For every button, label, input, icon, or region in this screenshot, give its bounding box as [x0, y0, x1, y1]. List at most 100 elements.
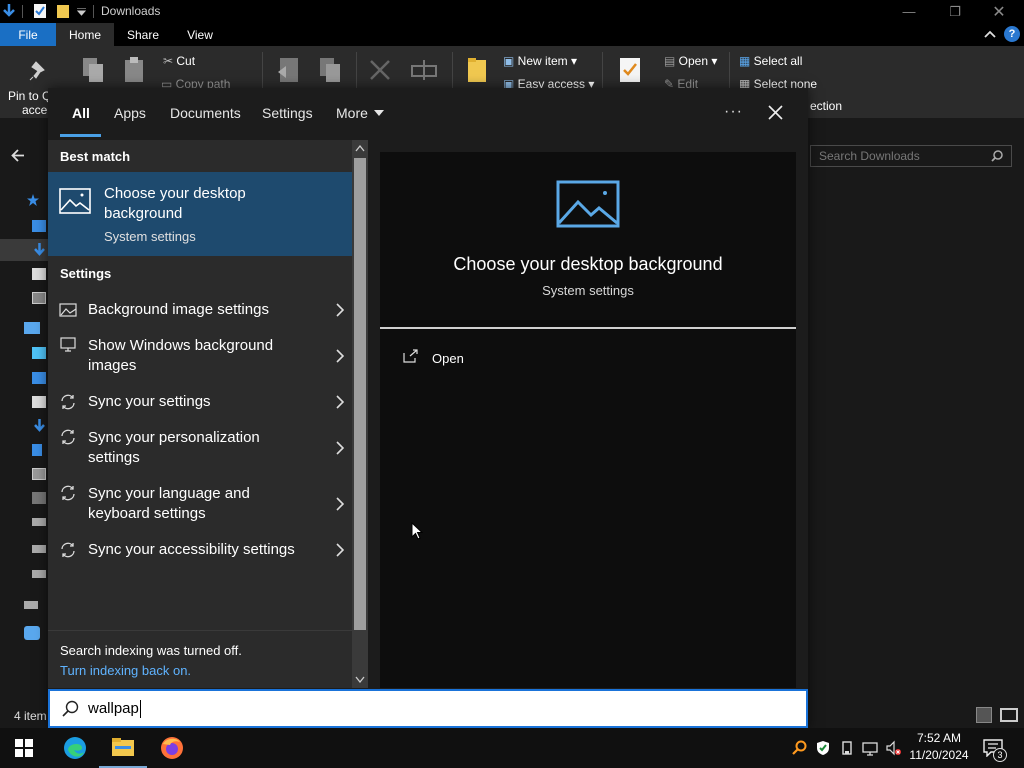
properties-large-icon[interactable] — [618, 56, 642, 84]
rename-icon[interactable] — [410, 58, 438, 82]
drive-icon[interactable] — [32, 545, 46, 553]
result-sync-your-settings[interactable]: Sync your settings — [48, 384, 352, 420]
chevron-right-icon[interactable] — [336, 497, 344, 511]
copy-to-icon[interactable] — [318, 56, 344, 86]
cut-label[interactable]: ✂ Cut — [163, 54, 195, 68]
quick-access-star-icon[interactable] — [27, 194, 39, 206]
chevron-right-icon[interactable] — [336, 349, 344, 363]
open-action[interactable]: Open — [432, 351, 464, 366]
delete-icon[interactable] — [368, 58, 392, 82]
chevron-right-icon[interactable] — [336, 543, 344, 557]
documents-nav-icon[interactable] — [32, 268, 46, 280]
local-disk-icon[interactable] — [32, 518, 46, 526]
results-scrollbar[interactable] — [352, 140, 368, 688]
chevron-down-icon[interactable] — [374, 110, 384, 117]
clock-date[interactable]: 11/20/2024 — [906, 748, 972, 762]
result-sync-personalization-settings[interactable]: Sync your personalization settings — [48, 420, 352, 476]
tab-settings[interactable]: Settings — [262, 105, 313, 121]
drive-icon-2[interactable] — [32, 570, 46, 578]
result-background-image-settings[interactable]: Background image settings — [48, 292, 352, 328]
usb-drive-icon[interactable] — [24, 601, 38, 609]
back-arrow-icon[interactable] — [11, 149, 25, 162]
search-query-text[interactable]: wallpap — [88, 700, 139, 717]
usb-device-icon[interactable] — [839, 740, 855, 756]
pin-icon[interactable] — [28, 60, 50, 82]
search-tray-icon[interactable] — [791, 740, 807, 756]
downloads-icon[interactable] — [33, 418, 46, 433]
scroll-up-icon[interactable] — [355, 145, 365, 152]
videos-icon[interactable] — [32, 492, 46, 504]
new-folder-icon[interactable] — [56, 3, 70, 19]
customize-toolbar-icon[interactable] — [77, 8, 86, 16]
downloads-nav-icon[interactable] — [33, 242, 46, 257]
security-shield-icon[interactable] — [815, 740, 831, 756]
3d-objects-icon[interactable] — [32, 347, 46, 359]
tab-home[interactable]: Home — [56, 23, 114, 46]
taskbar-edge[interactable] — [51, 728, 99, 768]
restore-button[interactable]: ❐ — [932, 0, 978, 23]
chevron-right-icon[interactable] — [336, 303, 344, 317]
result-show-windows-background-images[interactable]: Show Windows background images — [48, 328, 352, 384]
open-ribbon-label[interactable]: ▤ Open ▾ — [664, 54, 717, 68]
network-tray-icon[interactable] — [862, 740, 878, 756]
close-window-button[interactable]: ✕ — [976, 0, 1022, 23]
best-match-item[interactable]: Choose your desktop background System se… — [48, 172, 352, 256]
more-options-icon[interactable]: ··· — [724, 103, 743, 121]
preview-title: Choose your desktop background — [453, 254, 723, 274]
copy-icon[interactable] — [80, 56, 108, 86]
close-icon[interactable] — [768, 105, 783, 120]
taskbar-firefox[interactable] — [148, 728, 196, 768]
result-label: Sync your language and keyboard settings — [88, 485, 250, 522]
turn-indexing-on-link[interactable]: Turn indexing back on. — [60, 663, 191, 678]
sync-icon — [61, 485, 75, 501]
scroll-down-icon[interactable] — [355, 676, 365, 683]
tab-file[interactable]: File — [0, 23, 56, 46]
large-icons-view-icon[interactable] — [1000, 708, 1018, 722]
volume-muted-icon[interactable] — [885, 740, 901, 756]
preview-divider — [380, 327, 796, 329]
network-icon[interactable] — [24, 626, 40, 640]
desktop-folder-icon[interactable] — [32, 220, 46, 232]
open-icon[interactable] — [403, 349, 419, 363]
clock-time[interactable]: 7:52 AM — [912, 731, 966, 745]
new-folder-large-icon[interactable] — [466, 56, 488, 84]
tab-apps[interactable]: Apps — [114, 105, 146, 121]
pictures-nav-icon[interactable] — [32, 292, 46, 304]
chevron-right-icon[interactable] — [336, 395, 344, 409]
pin-label[interactable]: Pin to Q — [8, 89, 51, 103]
minimize-button[interactable]: — — [886, 0, 932, 23]
help-icon[interactable]: ? — [1004, 26, 1020, 42]
search-downloads-input[interactable]: Search Downloads — [810, 145, 1012, 167]
scrollbar-thumb[interactable] — [354, 158, 366, 630]
select-all-label[interactable]: ▦ Select all — [739, 54, 802, 68]
new-item-label[interactable]: ▣ New item ▾ — [503, 54, 577, 68]
details-view-icon[interactable] — [976, 707, 992, 723]
mouse-cursor-icon — [411, 522, 423, 540]
tab-share[interactable]: Share — [114, 23, 172, 46]
chevron-right-icon[interactable] — [336, 441, 344, 455]
desktop-icon[interactable] — [32, 372, 46, 384]
properties-icon[interactable] — [33, 3, 47, 19]
tab-documents[interactable]: Documents — [170, 105, 241, 121]
result-sync-accessibility-settings[interactable]: Sync your accessibility settings — [48, 532, 352, 568]
invert-selection-label[interactable]: ection — [810, 99, 842, 113]
pictures-icon[interactable] — [32, 468, 46, 480]
result-sync-language-keyboard-settings[interactable]: Sync your language and keyboard settings — [48, 476, 352, 532]
start-button[interactable] — [0, 728, 48, 768]
paste-icon[interactable] — [122, 56, 148, 86]
edge-icon — [64, 737, 86, 759]
move-to-icon[interactable] — [276, 56, 302, 86]
collapse-ribbon-icon[interactable] — [984, 30, 996, 39]
best-match-title: Choose your desktop background — [104, 185, 246, 222]
image-preview-icon — [556, 180, 620, 228]
tab-view[interactable]: View — [172, 23, 228, 46]
tab-more[interactable]: More — [336, 105, 368, 121]
indexing-notice: Search indexing was turned off. Turn ind… — [48, 630, 352, 688]
tab-all[interactable]: All — [72, 105, 90, 121]
music-icon[interactable] — [32, 444, 42, 456]
taskbar: 7:52 AM 11/20/2024 3 — [0, 728, 1024, 768]
documents-icon[interactable] — [32, 396, 46, 408]
this-pc-icon[interactable] — [24, 322, 40, 334]
search-query-box[interactable]: wallpap — [48, 689, 808, 728]
taskbar-file-explorer[interactable] — [99, 728, 147, 768]
